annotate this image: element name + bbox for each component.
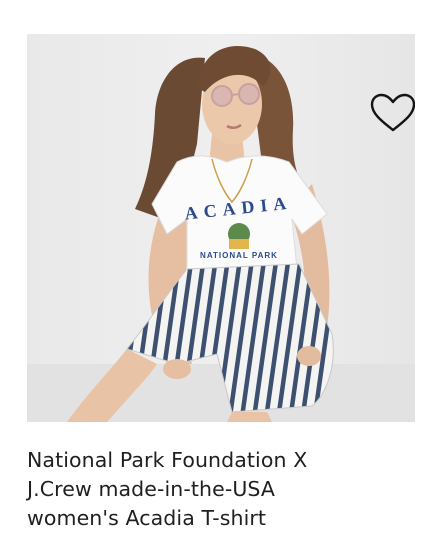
product-title-line[interactable]: J.Crew made-in-the-USA (27, 475, 427, 504)
shirt-print-bottom: NATIONAL PARK (200, 251, 278, 260)
product-title-line[interactable]: women's Acadia T-shirt (27, 504, 427, 533)
product-image[interactable]: ACADIA NATIONAL PARK (27, 34, 415, 422)
model-illustration: ACADIA NATIONAL PARK (27, 34, 415, 422)
product-title-line[interactable]: National Park Foundation X (27, 446, 427, 475)
heart-outline-icon (370, 93, 415, 132)
product-card[interactable]: ACADIA NATIONAL PARK National Park Found… (0, 0, 443, 550)
wishlist-button[interactable] (368, 92, 415, 134)
product-title[interactable]: National Park Foundation X J.Crew made-i… (27, 446, 427, 533)
